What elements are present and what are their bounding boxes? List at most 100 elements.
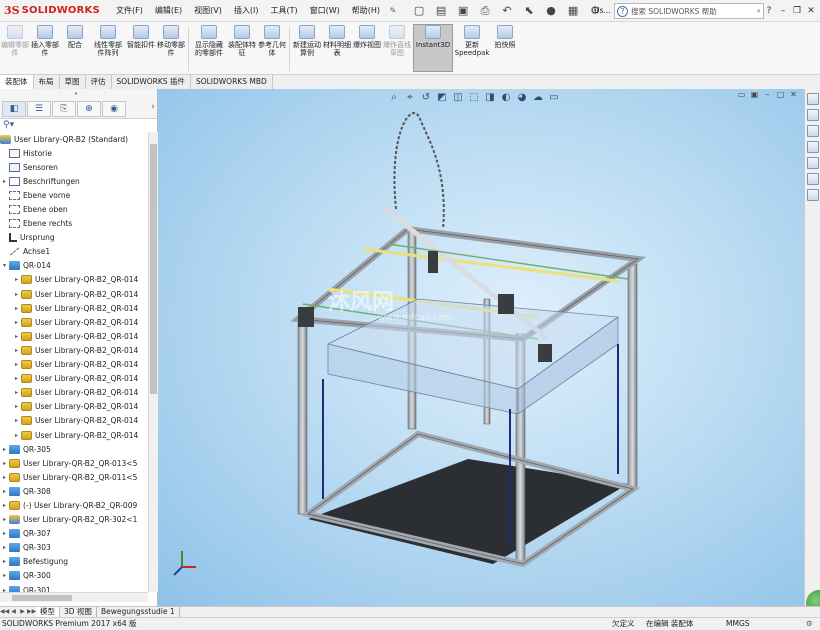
assembly-features-button[interactable]: 装配体特征 [228,25,256,74]
expand-arrow-icon[interactable]: ▸ [12,333,21,340]
filter-icon[interactable]: ⚲▾ [0,119,157,132]
tree-item[interactable]: Ebene rechts [0,217,157,231]
expand-arrow-icon[interactable]: ▸ [0,474,9,481]
tab-motion-study[interactable]: Bewegungsstudie 1 [97,607,180,617]
instant3d-button[interactable]: Instant3D [413,24,453,72]
tree-item[interactable]: ▸ QR-301 [0,583,157,592]
prev-tab-icon[interactable]: ◀ [9,607,18,617]
expand-arrow-icon[interactable]: ▸ [0,178,9,185]
tree-item[interactable]: ▸ User Library-QR-B2_QR-014 [0,329,157,343]
tree-horizontal-scrollbar[interactable] [0,592,148,602]
help-menu-icon[interactable]: ? [762,0,776,22]
resources-icon[interactable] [807,109,819,121]
file-properties-icon[interactable]: ▦ [562,4,584,17]
expand-arrow-icon[interactable]: ▸ [0,446,9,453]
menu-window[interactable]: 窗口(W) [304,0,346,22]
tree-item[interactable]: ▸ QR-300 [0,569,157,583]
expand-arrow-icon[interactable]: ▸ [12,319,21,326]
user-menu[interactable]: Us... [594,0,611,22]
tab-evaluate[interactable]: 评估 [85,75,112,89]
custom-properties-icon[interactable] [807,189,819,201]
tree-item[interactable]: ▾ QR-014 [0,259,157,273]
expand-arrow-icon[interactable]: ▸ [0,572,9,579]
tree-item[interactable]: Achse1 [0,245,157,259]
tree-item[interactable]: ▸ QR-307 [0,527,157,541]
expand-arrow-icon[interactable]: ▸ [0,516,9,523]
appearances-icon[interactable] [807,173,819,185]
tree-item[interactable]: ▸ User Library-QR-B2_QR-011<5 [0,470,157,484]
first-tab-icon[interactable]: ◀◀ [0,607,9,617]
tree-item[interactable]: ▸ User Library-QR-B2_QR-014 [0,358,157,372]
expand-arrow-icon[interactable]: ▸ [12,375,21,382]
reference-geometry-button[interactable]: 参考几何体 [258,25,286,74]
move-component-button[interactable]: 移动零部件 [157,25,185,74]
show-hidden-button[interactable]: 显示隐藏的零部件 [192,25,226,74]
tree-item[interactable]: ▸ User Library-QR-B2_QR-014 [0,287,157,301]
collapse-arrow-icon[interactable]: ▾ [0,262,9,269]
unit-system[interactable]: MMGS [726,618,750,630]
expand-arrow-icon[interactable]: ▸ [12,291,21,298]
tree-item[interactable]: ▸ User Library-QR-B2_QR-014 [0,315,157,329]
expand-arrow-icon[interactable]: ▸ [12,417,21,424]
linear-pattern-button[interactable]: 线性零部件阵列 [91,25,125,74]
tab-mbd[interactable]: SOLIDWORKS MBD [190,75,273,89]
tree-item[interactable]: Sensoren [0,160,157,174]
tree-item[interactable]: Ebene vorne [0,188,157,202]
last-tab-icon[interactable]: ▶▶ [27,607,36,617]
mate-button[interactable]: 配合 [61,25,89,74]
update-speedpak-button[interactable]: 更新 Speedpak [455,25,489,74]
expand-arrow-icon[interactable]: ▸ [0,488,9,495]
tree-item[interactable]: ▸ User Library-QR-B2_QR-014 [0,428,157,442]
view-palette-icon[interactable] [807,157,819,169]
smart-fasteners-button[interactable]: 智能扣件 [127,25,155,74]
menu-edit[interactable]: 编辑(E) [149,0,188,22]
dimxpert-tab-icon[interactable]: ⊕ [77,101,101,117]
open-icon[interactable]: ▤ [430,4,452,17]
restore-icon[interactable]: ❐ [790,0,804,22]
expand-arrow-icon[interactable]: ▸ [12,276,21,283]
tree-item[interactable]: ▸ User Library-QR-B2_QR-014 [0,386,157,400]
expand-arrow-icon[interactable]: ▸ [12,347,21,354]
tree-item[interactable]: ▸ User Library-QR-B2_QR-014 [0,301,157,315]
solidworks-logo[interactable]: 3S SOLIDWORKS [0,4,110,17]
take-snapshot-button[interactable]: 拍快照 [491,25,519,74]
next-tab-icon[interactable]: ▶ [18,607,27,617]
expand-arrow-icon[interactable]: ▸ [12,432,21,439]
menu-view[interactable]: 视图(V) [188,0,228,22]
minimize-icon[interactable]: – [776,0,790,22]
help-search[interactable]: ? 搜索 SOLIDWORKS 帮助 ⌕ [614,3,764,19]
tab-layout[interactable]: 布局 [33,75,60,89]
new-document-icon[interactable]: ▢ [408,4,430,17]
tree-item[interactable]: ▸ QR-305 [0,442,157,456]
new-motion-study-button[interactable]: 新建运动算例 [293,25,321,74]
tab-model[interactable]: 模型 [36,607,60,617]
expand-arrow-icon[interactable]: ▸ [0,558,9,565]
tree-item[interactable]: ▸ Beschriftungen [0,174,157,188]
scroll-thumb[interactable] [12,595,72,601]
tree-root[interactable]: User Library-QR-B2 (Standard) [0,132,157,146]
save-icon[interactable]: ▣ [452,4,474,17]
expand-arrow-icon[interactable]: ▸ [12,361,21,368]
tree-item[interactable]: ▸ User Library-QR-B2_QR-014 [0,414,157,428]
close-icon[interactable]: ✕ [804,0,818,22]
tree-item[interactable]: ▸ User Library-QR-B2_QR-013<5 [0,456,157,470]
undo-icon[interactable]: ↶ [496,4,518,17]
tree-item[interactable]: ▸ User Library-QR-B2_QR-014 [0,273,157,287]
menu-tools[interactable]: 工具(T) [264,0,303,22]
printer-3d-model[interactable] [158,89,804,606]
insert-components-button[interactable]: 插入零部件 [31,25,59,74]
status-help-icon[interactable]: ⚙ [806,618,813,630]
tree-vertical-scrollbar[interactable] [148,132,158,592]
tree-item[interactable]: ▸ User Library-QR-B2_QR-014 [0,400,157,414]
menu-help[interactable]: 帮助(H) [346,0,386,22]
tab-sketch[interactable]: 草图 [59,75,86,89]
select-icon[interactable]: ⬉ [518,4,540,17]
expand-arrow-icon[interactable]: ▸ [0,544,9,551]
expand-arrow-icon[interactable]: ▸ [12,403,21,410]
expand-arrow-icon[interactable]: ▸ [12,389,21,396]
tree-item[interactable]: ▸ (-) User Library-QR-B2_QR-009 [0,498,157,512]
tab-assembly[interactable]: 装配体 [0,75,34,89]
property-manager-tab-icon[interactable]: ☰ [27,101,51,117]
tree-item[interactable]: ▸ User Library-QR-B2_QR-014 [0,343,157,357]
tab-addins[interactable]: SOLIDWORKS 插件 [111,75,191,89]
